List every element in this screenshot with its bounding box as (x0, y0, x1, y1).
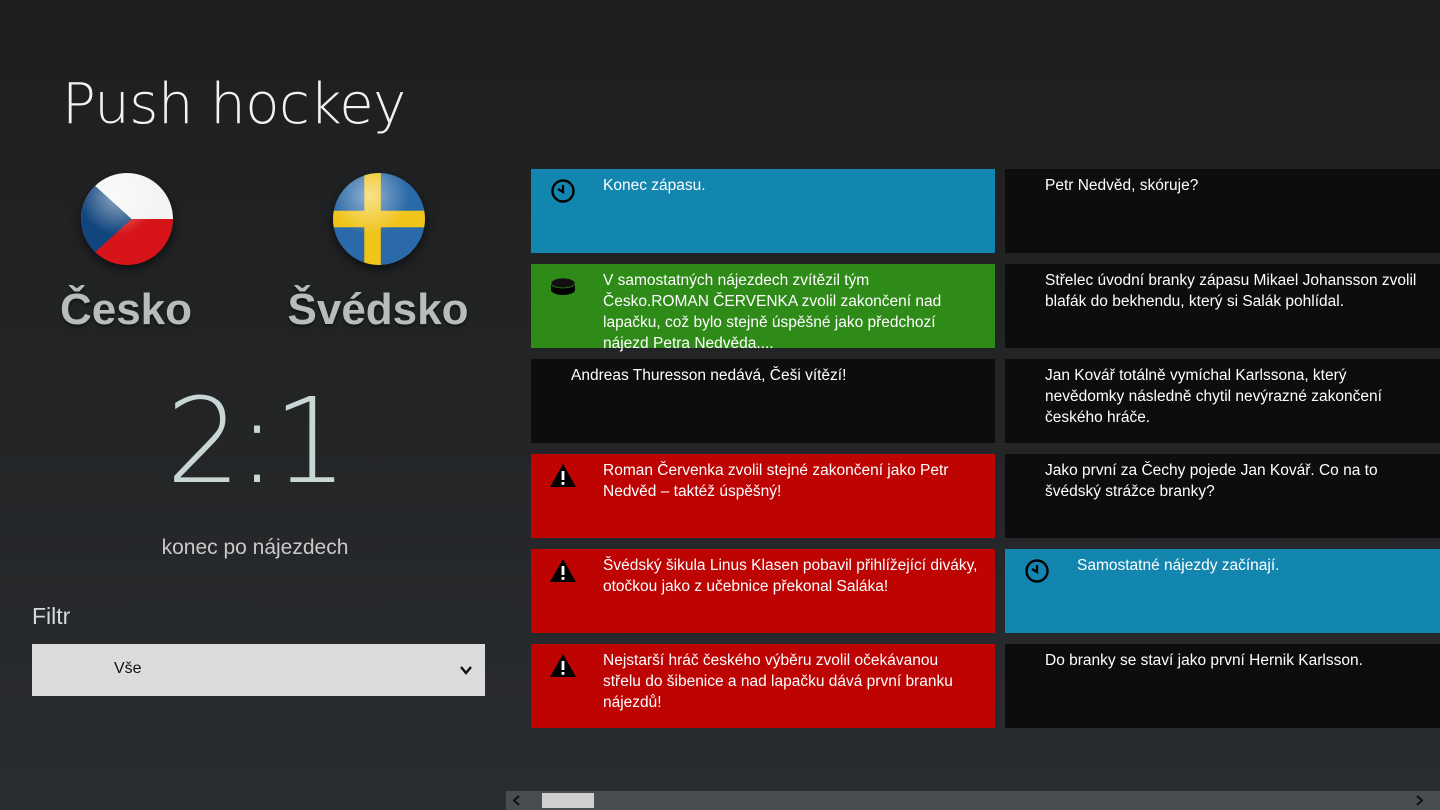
feed-item[interactable]: Švédský šikula Linus Klasen pobavil přih… (531, 549, 995, 633)
scroll-left-icon[interactable] (512, 795, 522, 806)
clock-icon (1023, 557, 1051, 585)
feed-item[interactable]: Konec zápasu. (531, 169, 995, 253)
warning-icon (549, 462, 577, 490)
feed-item[interactable]: Samostatné nájezdy začínají. (1005, 549, 1440, 633)
scroll-right-icon[interactable] (1414, 795, 1424, 806)
feed-item-text: Petr Nedvěd, skóruje? (1045, 177, 1199, 194)
match-status: konec po nájezdech (161, 536, 349, 559)
chevron-down-icon (460, 666, 472, 675)
feed-item[interactable]: Střelec úvodní branky zápasu Mikael Joha… (1005, 264, 1440, 348)
feed-item-text: Do branky se staví jako první Hernik Kar… (1045, 652, 1363, 669)
feed-item[interactable]: Do branky se staví jako první Hernik Kar… (1005, 644, 1440, 728)
clock-icon (549, 177, 577, 205)
puck-icon (549, 272, 577, 300)
filter-label: Filtr (32, 603, 71, 629)
sweden-flag-icon (333, 173, 425, 265)
feed-item-text: V samostatných nájezdech zvítězil tým Če… (603, 272, 942, 352)
feed-item[interactable]: Nejstarší hráč českého výběru zvolil oče… (531, 644, 995, 728)
home-team-name: Česko (59, 285, 193, 334)
app-title: Push hockey (62, 72, 406, 137)
feed-item-text: Nejstarší hráč českého výběru zvolil oče… (603, 652, 953, 711)
feed-item-text: Konec zápasu. (603, 177, 706, 194)
feed-item[interactable]: V samostatných nájezdech zvítězil tým Če… (531, 264, 995, 352)
feed-item-text: Roman Červenka zvolil stejné zakončení j… (603, 462, 949, 500)
feed-item-text: Švédský šikula Linus Klasen pobavil přih… (603, 557, 978, 595)
away-team-name: Švédsko (287, 285, 469, 334)
filter-select[interactable]: Vše (32, 644, 485, 696)
feed-item[interactable]: Jan Kovář totálně vymíchal Karlssona, kt… (1005, 359, 1440, 443)
feed-item-text: Jako první za Čechy pojede Jan Kovář. Co… (1045, 462, 1378, 500)
czech-flag-icon (81, 173, 173, 265)
feed-item-text: Jan Kovář totálně vymíchal Karlssona, kt… (1045, 367, 1382, 426)
feed-item-text: Střelec úvodní branky zápasu Mikael Joha… (1045, 272, 1417, 310)
score: 2:1 (166, 372, 348, 510)
feed-item-text: Samostatné nájezdy začínají. (1077, 557, 1280, 574)
feed-item[interactable]: Andreas Thuresson nedává, Češi vítězí! (531, 359, 995, 443)
feed-item-text: Andreas Thuresson nedává, Češi vítězí! (571, 367, 847, 384)
feed-item[interactable]: Petr Nedvěd, skóruje? (1005, 169, 1440, 253)
filter-selected-value: Vše (114, 660, 142, 677)
scrollbar-thumb[interactable] (542, 793, 594, 808)
feed-item[interactable]: Roman Červenka zvolil stejné zakončení j… (531, 454, 995, 538)
feed-item[interactable]: Jako první za Čechy pojede Jan Kovář. Co… (1005, 454, 1440, 538)
horizontal-scrollbar[interactable] (506, 791, 1440, 810)
warning-icon (549, 557, 577, 585)
warning-icon (549, 652, 577, 680)
